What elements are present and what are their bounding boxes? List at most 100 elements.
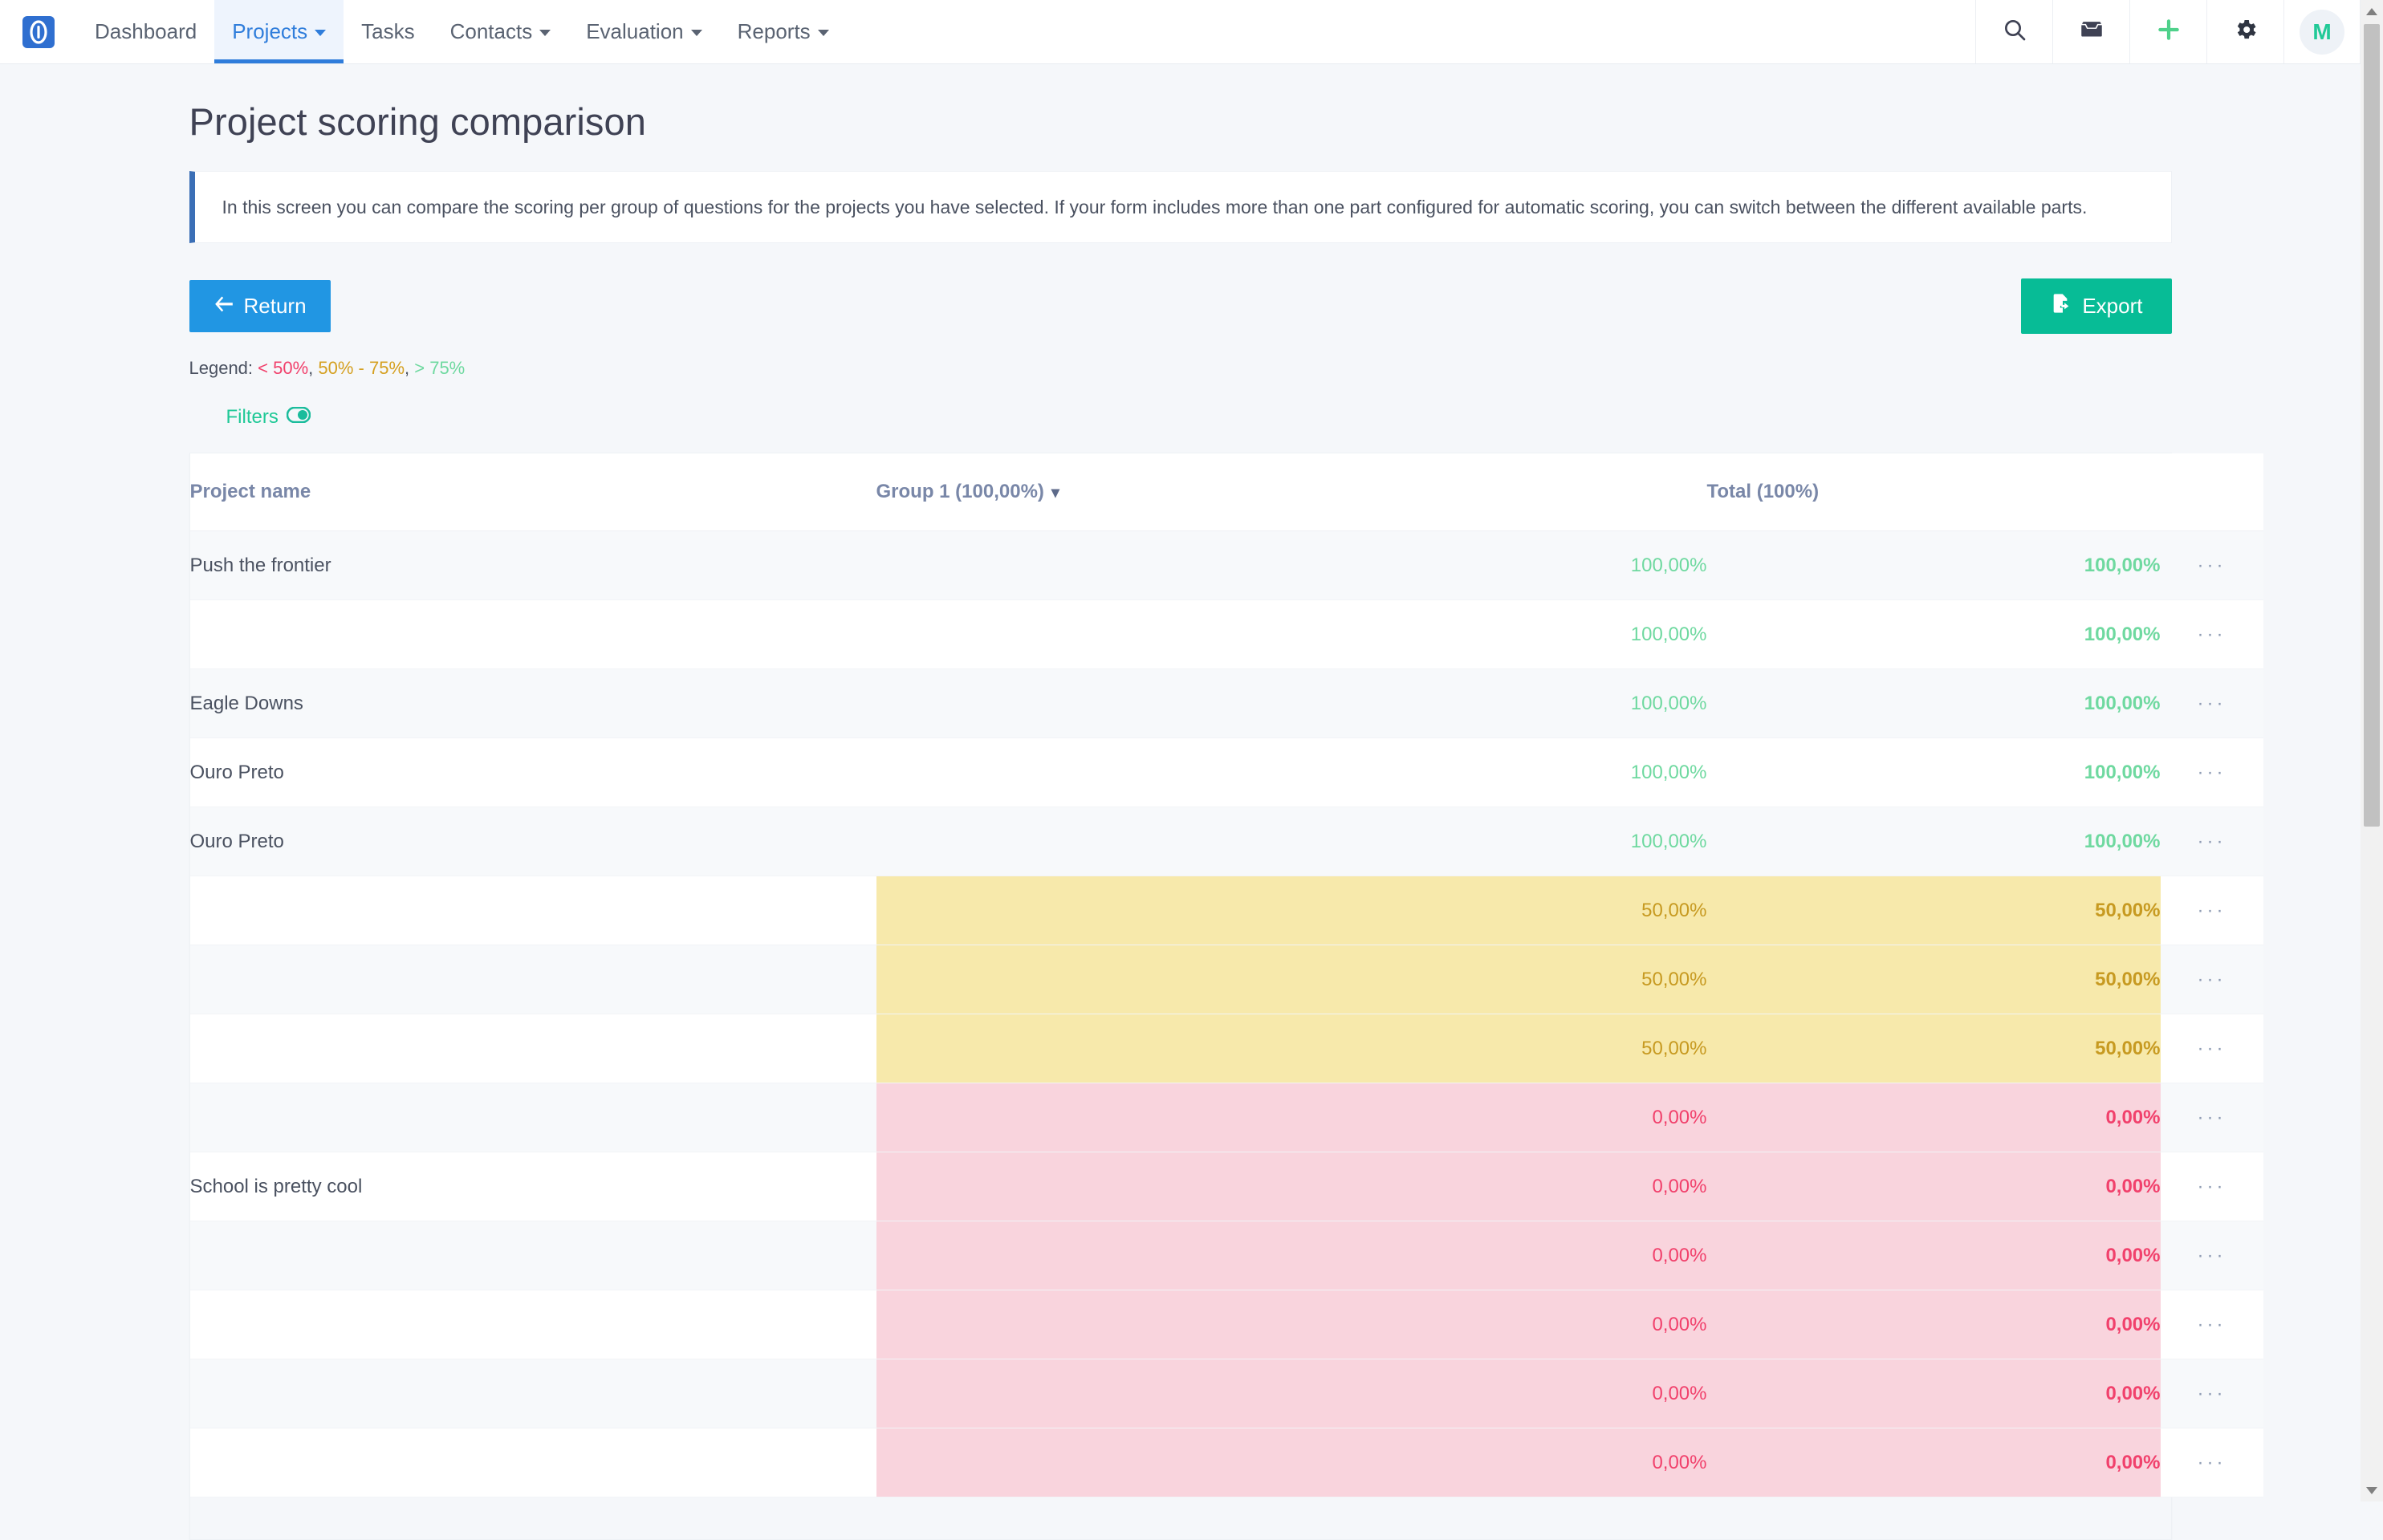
cell-total-score: 100,00%	[1706, 737, 2161, 808]
table-row[interactable]: 50,00% 50,00% ···	[189, 876, 2263, 946]
table-row[interactable]: 0,00% 0,00% ···	[189, 1428, 2263, 1498]
nav-item-label: Reports	[737, 19, 811, 43]
nav-item-evaluation[interactable]: Evaluation	[568, 0, 719, 63]
add-button[interactable]	[2129, 0, 2206, 63]
column-header-total[interactable]: Total (100%)	[1706, 453, 2161, 532]
page-scrollbar[interactable]	[2361, 0, 2383, 1501]
ellipsis-icon[interactable]: ···	[2198, 1383, 2226, 1404]
column-header-group-1[interactable]: Group 1 (100,00%) ▾	[876, 453, 1707, 532]
chevron-down-icon[interactable]: ▾	[1051, 482, 1059, 502]
row-actions-menu[interactable]: ···	[2160, 1221, 2263, 1291]
row-actions-menu[interactable]: ···	[2160, 1014, 2263, 1084]
table-row[interactable]: School is pretty cool 0,00% 0,00% ···	[189, 1152, 2263, 1222]
scroll-up-arrow-icon[interactable]	[2361, 0, 2383, 22]
page-title: Project scoring comparison	[189, 100, 646, 143]
chevron-down-icon	[817, 30, 829, 36]
row-actions-menu[interactable]: ···	[2160, 807, 2263, 877]
cell-group-score: 0,00%	[876, 1290, 1707, 1360]
ellipsis-icon[interactable]: ···	[2198, 1176, 2226, 1197]
cell-total-score: 0,00%	[1706, 1221, 2161, 1291]
cell-group-score: 100,00%	[876, 530, 1707, 601]
nav-item-label: Contacts	[449, 19, 533, 43]
inbox-button[interactable]	[2052, 0, 2129, 63]
cell-group-score: 100,00%	[876, 599, 1707, 670]
ellipsis-icon[interactable]: ···	[2198, 555, 2226, 576]
search-button[interactable]	[1975, 0, 2052, 63]
ellipsis-icon[interactable]: ···	[2198, 831, 2226, 852]
row-actions-menu[interactable]: ···	[2160, 945, 2263, 1015]
row-actions-menu[interactable]: ···	[2160, 599, 2263, 670]
avatar: M	[2300, 9, 2344, 55]
page-content: Project scoring comparison In this scree…	[0, 100, 2361, 1540]
cell-project-name	[189, 1359, 876, 1429]
table-row[interactable]: Ouro Preto 100,00% 100,00% ···	[189, 737, 2263, 808]
row-actions-menu[interactable]: ···	[2160, 668, 2263, 739]
nav-item-reports[interactable]: Reports	[720, 0, 847, 63]
cell-total-score: 100,00%	[1706, 807, 2161, 877]
cell-group-score: 0,00%	[876, 1152, 1707, 1222]
table-row[interactable]: Eagle Downs 100,00% 100,00% ···	[189, 668, 2263, 739]
ellipsis-icon[interactable]: ···	[2198, 900, 2226, 921]
nav-item-dashboard[interactable]: Dashboard	[77, 0, 214, 63]
ellipsis-icon[interactable]: ···	[2198, 1245, 2226, 1266]
ellipsis-icon[interactable]: ···	[2198, 1038, 2226, 1059]
nav-item-label: Projects	[232, 19, 308, 43]
primary-nav: Dashboard Projects Tasks Contacts Evalua…	[77, 0, 847, 63]
table-row[interactable]: 0,00% 0,00% ···	[189, 1221, 2263, 1291]
ellipsis-icon[interactable]: ···	[2198, 969, 2226, 990]
legend-mid: 50% - 75%	[318, 358, 405, 379]
return-button-label: Return	[243, 294, 307, 319]
ellipsis-icon[interactable]: ···	[2198, 1452, 2226, 1473]
user-menu-button[interactable]: M	[2283, 0, 2361, 63]
table-row[interactable]: Ouro Preto 100,00% 100,00% ···	[189, 807, 2263, 877]
settings-button[interactable]	[2206, 0, 2283, 63]
row-actions-menu[interactable]: ···	[2160, 876, 2263, 946]
ellipsis-icon[interactable]: ···	[2198, 762, 2226, 783]
ellipsis-icon[interactable]: ···	[2198, 1107, 2226, 1128]
row-actions-menu[interactable]: ···	[2160, 1152, 2263, 1222]
table-row[interactable]: 0,00% 0,00% ···	[189, 1083, 2263, 1153]
nav-item-contacts[interactable]: Contacts	[433, 0, 569, 63]
cell-total-score: 100,00%	[1706, 599, 2161, 670]
table-row[interactable]: Push the frontier 100,00% 100,00% ···	[189, 530, 2263, 601]
row-actions-menu[interactable]: ···	[2160, 1428, 2263, 1498]
scrollbar-thumb[interactable]	[2364, 24, 2380, 827]
table-row[interactable]: 0,00% 0,00% ···	[189, 1290, 2263, 1360]
cell-project-name	[189, 876, 876, 946]
navbar-actions: M	[1975, 0, 2361, 63]
table-row[interactable]: 50,00% 50,00% ···	[189, 1014, 2263, 1084]
app-logo[interactable]	[0, 0, 77, 63]
filters-toggle[interactable]: Filters	[226, 406, 311, 429]
row-actions-menu[interactable]: ···	[2160, 1359, 2263, 1429]
legend-sep-2: ,	[405, 358, 415, 379]
ellipsis-icon[interactable]: ···	[2198, 624, 2226, 645]
legend-high: > 75%	[414, 358, 466, 379]
nav-item-label: Dashboard	[95, 19, 197, 43]
column-header-project-name[interactable]: Project name	[189, 453, 876, 532]
row-actions-menu[interactable]: ···	[2160, 1290, 2263, 1360]
gear-icon	[2233, 17, 2259, 47]
ellipsis-icon[interactable]: ···	[2198, 1314, 2226, 1335]
cell-total-score: 100,00%	[1706, 668, 2161, 739]
table-row[interactable]: 100,00% 100,00% ···	[189, 599, 2263, 670]
action-toolbar: Return Export	[189, 278, 2172, 335]
export-button-label: Export	[2082, 294, 2143, 319]
nav-item-label: Tasks	[361, 19, 415, 43]
row-actions-menu[interactable]: ···	[2160, 737, 2263, 808]
row-actions-menu[interactable]: ···	[2160, 530, 2263, 601]
legend: Legend: < 50%, 50% - 75%, > 75%	[189, 358, 2172, 379]
row-actions-menu[interactable]: ···	[2160, 1083, 2263, 1153]
ellipsis-icon[interactable]: ···	[2198, 693, 2226, 714]
table-row[interactable]: 50,00% 50,00% ···	[189, 945, 2263, 1015]
nav-item-projects[interactable]: Projects	[214, 0, 344, 63]
export-button[interactable]: Export	[2021, 278, 2172, 335]
plus-icon	[2155, 16, 2182, 47]
return-button[interactable]: Return	[189, 280, 331, 333]
filters-label: Filters	[226, 406, 279, 429]
cell-project-name: School is pretty cool	[189, 1152, 876, 1222]
nav-item-tasks[interactable]: Tasks	[344, 0, 432, 63]
table-row[interactable]: 0,00% 0,00% ···	[189, 1359, 2263, 1429]
avatar-initial: M	[2312, 18, 2332, 44]
scroll-down-arrow-icon[interactable]	[2361, 1479, 2383, 1501]
cell-group-score: 100,00%	[876, 807, 1707, 877]
